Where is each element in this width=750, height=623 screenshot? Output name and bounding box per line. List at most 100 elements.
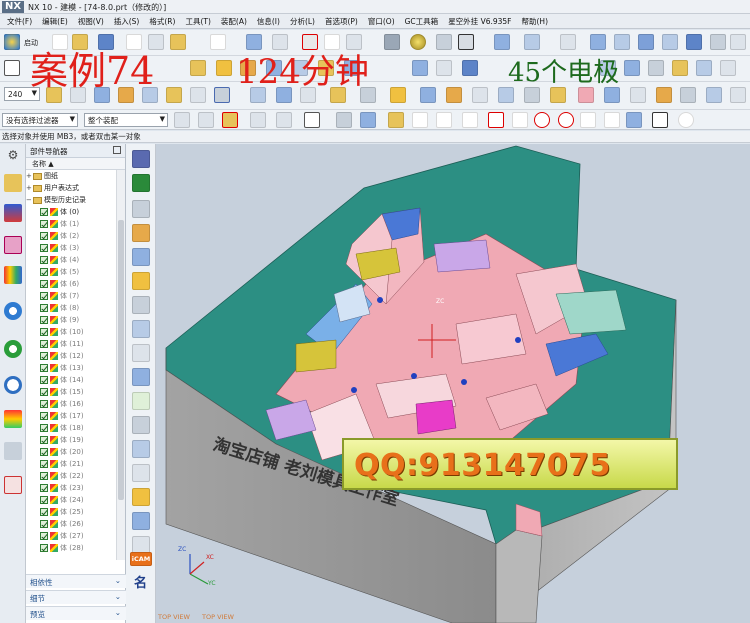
patch-icon[interactable] [624,60,640,76]
visibility-checkbox[interactable] [40,520,48,528]
menu-view[interactable]: 视图(V) [73,16,109,27]
layer-tool-icon[interactable] [132,464,150,482]
arrow-down-icon[interactable] [132,150,150,168]
feature-select-icon[interactable] [336,112,352,128]
menu-assembly[interactable]: 装配(A) [216,16,252,27]
extrude-icon[interactable] [190,60,206,76]
menu-file[interactable]: 文件(F) [2,16,37,27]
tree-node-body[interactable]: 体 (2) [26,230,116,242]
split-tool-icon[interactable] [132,248,150,266]
green-tool-icon[interactable] [132,174,150,192]
tree-node-model-history[interactable]: − 模型历史记录 [26,194,116,206]
shaded-sphere-icon[interactable] [410,34,426,50]
menu-format[interactable]: 格式(R) [144,16,180,27]
cone-icon[interactable] [132,224,150,242]
select-curve-icon[interactable] [250,112,266,128]
runner-icon[interactable] [630,87,646,103]
graphics-window[interactable]: ZC ZC XC YC 淘宝店铺 老刘模具工作室 TOP VIEW TOP VI… [156,144,750,623]
menu-preferences[interactable]: 首选项(P) [320,16,363,27]
replace-face-icon[interactable] [648,60,664,76]
visibility-checkbox[interactable] [40,232,48,240]
tree-node-body[interactable]: 体 (7) [26,290,116,302]
snap-arc-center-icon[interactable] [512,112,528,128]
bom-icon[interactable] [656,87,672,103]
tree-node-body[interactable]: 体 (15) [26,386,116,398]
gate-icon[interactable] [604,87,620,103]
process-studio-icon[interactable] [4,442,22,460]
more-tools-icon[interactable] [730,34,746,50]
block-tool-icon[interactable] [132,272,150,290]
fork-tool-icon[interactable] [132,320,150,338]
visibility-checkbox[interactable] [40,436,48,444]
start-icon[interactable] [4,34,20,50]
visibility-checkbox[interactable] [40,448,48,456]
visibility-checkbox[interactable] [40,304,48,312]
visibility-checkbox[interactable] [40,496,48,504]
studio-surface-icon[interactable] [686,34,702,50]
visibility-checkbox[interactable] [40,244,48,252]
rename-tool-icon[interactable] [132,368,150,386]
visibility-checkbox[interactable] [40,256,48,264]
grid-icon[interactable] [652,112,668,128]
snap-point-icon[interactable] [222,112,238,128]
roles-icon[interactable] [4,476,22,494]
star-tool-icon[interactable] [132,344,150,362]
visibility-checkbox[interactable] [40,352,48,360]
maximize-icon[interactable] [113,146,121,154]
check-tool-icon[interactable] [132,392,150,410]
rotate-icon[interactable] [384,34,400,50]
snap-on-curve-icon[interactable] [604,112,620,128]
visibility-checkbox[interactable] [40,208,48,216]
tree-node-body[interactable]: 体 (17) [26,410,116,422]
visibility-checkbox[interactable] [40,268,48,276]
tree-node-body[interactable]: 体 (19) [26,434,116,446]
menu-tools[interactable]: 工具(T) [180,16,215,27]
mesh-surface-icon[interactable] [662,34,678,50]
split-body-icon[interactable] [436,60,452,76]
sketch-icon[interactable] [4,60,20,76]
visibility-checkbox[interactable] [40,316,48,324]
lifter-icon[interactable] [498,87,514,103]
column-header-name[interactable]: 名称 ▲ [26,158,125,170]
tree-node-body[interactable]: 体 (25) [26,506,116,518]
hammer-icon[interactable] [680,87,696,103]
hd3d-tools-icon[interactable] [4,302,22,320]
menu-xingkong-plugin[interactable]: 星空外挂 V6.935F [443,16,516,27]
visibility-checkbox[interactable] [40,460,48,468]
render-style-icon[interactable] [436,34,452,50]
core-icon[interactable] [420,87,436,103]
part-navigator-icon[interactable] [4,236,22,254]
tree-node-body[interactable]: 体 (28) [26,542,116,554]
snap-spline-icon[interactable] [488,112,504,128]
visibility-checkbox[interactable] [40,388,48,396]
surface-icon[interactable] [590,34,606,50]
body-select-icon[interactable] [360,112,376,128]
scroll-thumb[interactable] [118,220,124,500]
icam-button[interactable]: iCAM [130,552,152,566]
plate-tool-icon[interactable] [132,488,150,506]
web-browser-icon[interactable] [4,340,22,358]
snap-end-icon[interactable] [388,112,404,128]
visibility-checkbox[interactable] [40,340,48,348]
cross-tool-icon[interactable] [132,440,150,458]
revolve-icon[interactable] [216,60,232,76]
visibility-checkbox[interactable] [40,472,48,480]
project-curve-icon[interactable] [166,87,182,103]
delete-face-icon[interactable] [696,60,712,76]
extract-geometry-icon[interactable] [214,87,230,103]
snap-intersect-icon[interactable] [462,112,478,128]
reuse-library-icon[interactable] [4,266,22,284]
checker-icon[interactable] [730,87,746,103]
cavity-icon[interactable] [446,87,462,103]
tree-node-body[interactable]: 体 (24) [26,494,116,506]
paste-icon[interactable] [170,34,186,50]
tree-node-body[interactable]: 体 (23) [26,482,116,494]
snap-circle-icon[interactable] [534,112,550,128]
tree-node-body[interactable]: 体 (6) [26,278,116,290]
menu-analysis[interactable]: 分析(L) [285,16,320,27]
drawing-icon[interactable] [706,87,722,103]
layer-icon[interactable] [560,34,576,50]
visibility-checkbox[interactable] [40,544,48,552]
tree-node-body[interactable]: 体 (1) [26,218,116,230]
system-materials-icon[interactable] [4,410,22,428]
